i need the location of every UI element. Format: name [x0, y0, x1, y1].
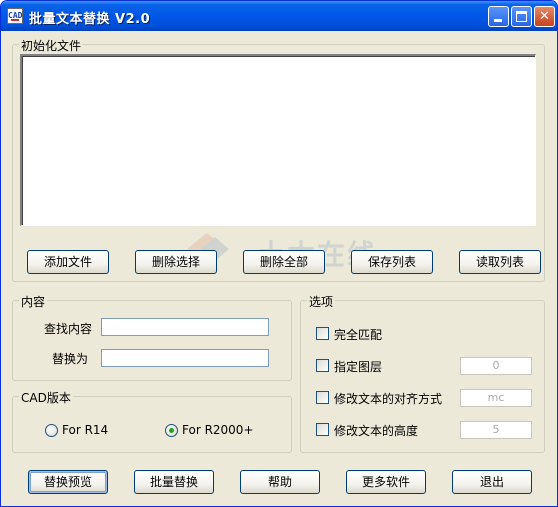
add-file-button[interactable]: 添加文件: [27, 250, 109, 274]
layer-input: 0: [460, 357, 532, 375]
options-group-legend: 选项: [307, 293, 336, 310]
radio-r14-label[interactable]: For R14: [62, 423, 108, 437]
minimize-button[interactable]: [488, 6, 509, 27]
content-group: 内容: [12, 293, 292, 381]
maximize-button[interactable]: [511, 6, 532, 27]
read-list-button[interactable]: 读取列表: [459, 250, 541, 274]
batch-replace-button[interactable]: 批量替换: [134, 470, 214, 494]
file-group-legend: 初始化文件: [19, 37, 84, 54]
help-button[interactable]: 帮助: [240, 470, 320, 494]
checkbox-alignment[interactable]: [316, 391, 329, 404]
delete-selected-button[interactable]: 删除选择: [135, 250, 217, 274]
radio-r2000[interactable]: [165, 424, 178, 437]
height-input: 5: [460, 421, 532, 439]
replace-input[interactable]: [101, 349, 269, 367]
replace-label: 替换为: [52, 352, 89, 366]
delete-all-button[interactable]: 删除全部: [243, 250, 325, 274]
checkbox-layer[interactable]: [316, 359, 329, 372]
cad-version-group-legend: CAD版本: [19, 389, 73, 406]
window-title: 批量文本替换 V2.0: [29, 12, 151, 27]
alignment-label[interactable]: 修改文本的对齐方式: [334, 390, 442, 407]
app-window: CAD 批量文本替换 V2.0 ✕ 初始化文件 土木在线 添加文件 删除选择 删…: [0, 0, 558, 507]
save-list-button[interactable]: 保存列表: [351, 250, 433, 274]
exit-button[interactable]: 退出: [452, 470, 532, 494]
close-icon: ✕: [539, 9, 550, 24]
more-software-button[interactable]: 更多软件: [346, 470, 426, 494]
replace-preview-button[interactable]: 替换预览: [28, 470, 108, 494]
alignment-input: mc: [460, 389, 532, 407]
app-icon: CAD: [7, 8, 23, 24]
height-label[interactable]: 修改文本的高度: [334, 422, 418, 439]
checkbox-exact-match[interactable]: [316, 327, 329, 340]
radio-r2000-label[interactable]: For R2000+: [182, 423, 254, 437]
close-button[interactable]: ✕: [534, 6, 555, 27]
maximize-icon: [516, 11, 527, 22]
file-listbox[interactable]: [20, 54, 536, 226]
exact-match-label[interactable]: 完全匹配: [334, 326, 382, 343]
radio-r14[interactable]: [45, 424, 58, 437]
content-group-legend: 内容: [19, 293, 48, 310]
find-input[interactable]: [101, 318, 269, 336]
find-label: 查找内容: [44, 322, 93, 336]
title-bar[interactable]: CAD 批量文本替换 V2.0 ✕: [1, 1, 557, 31]
layer-label[interactable]: 指定图层: [334, 358, 382, 375]
checkbox-height[interactable]: [316, 423, 329, 436]
minimize-icon: [494, 19, 502, 22]
